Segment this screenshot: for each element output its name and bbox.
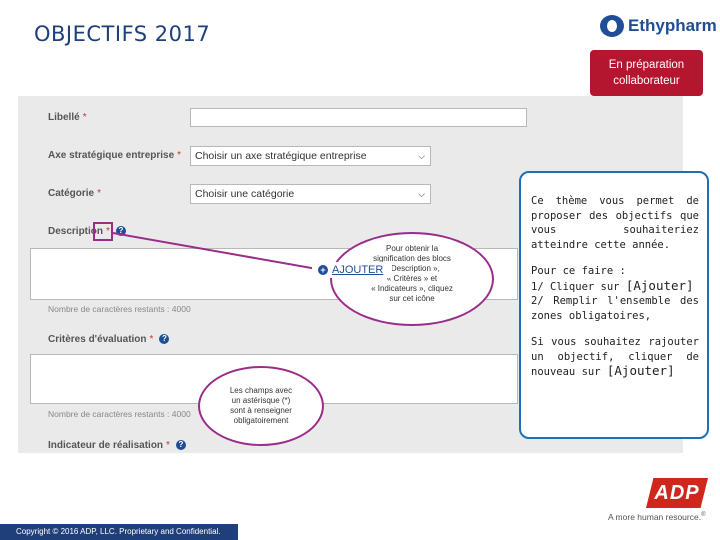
copyright-footer: Copyright © 2016 ADP, LLC. Proprietary a…	[0, 524, 238, 540]
status-badge: En préparation collaborateur	[590, 50, 703, 96]
slide-title: OBJECTIFS 2017	[34, 22, 211, 46]
plus-icon: +	[318, 265, 328, 275]
add-button-label: AJOUTER	[332, 264, 384, 276]
help-icon-callout: Pour obtenir la signification des blocs …	[330, 232, 494, 326]
ethypharm-logo: Ethypharm	[600, 12, 717, 40]
instructions-steps-title: Pour ce faire :	[531, 265, 626, 277]
instructions-step-1: 1/ Cliquer sur [Ajouter]	[531, 277, 694, 293]
description-label: Description *?	[48, 226, 126, 237]
required-fields-callout: Les champs avec un astérisque (*) sont à…	[198, 366, 324, 446]
status-badge-line1: En préparation	[608, 59, 685, 71]
status-badge-line2: collaborateur	[613, 75, 680, 87]
instructions-intro: Ce thème vous permet de proposer des obj…	[531, 195, 699, 251]
categorie-label: Catégorie *	[48, 188, 102, 199]
ethypharm-logo-text: Ethypharm	[628, 16, 717, 35]
help-icon[interactable]: ?	[175, 440, 186, 451]
instructions-step-2: 2/ Remplir l'ensemble des zones obligato…	[531, 295, 699, 322]
criteres-char-counter: Nombre de caractères restants : 4000	[48, 409, 191, 419]
help-icon[interactable]: ?	[115, 226, 126, 237]
chevron-down-icon: ⌵	[418, 151, 425, 161]
adp-logo: ADP A more human resource.®	[608, 478, 710, 526]
axe-strategique-label: Axe stratégique entreprise *	[48, 150, 182, 161]
criteres-label: Critères d'évaluation *?	[48, 334, 170, 345]
axe-strategique-selected: Choisir un axe stratégique entreprise	[195, 150, 367, 162]
adp-tagline: A more human resource.®	[608, 512, 706, 522]
libelle-label: Libellé *	[48, 112, 87, 123]
add-objective-button[interactable]: + AJOUTER	[312, 262, 392, 278]
categorie-select[interactable]: Choisir une catégorie ⌵	[190, 184, 431, 204]
categorie-selected: Choisir une catégorie	[195, 188, 295, 200]
adp-logo-mark: ADP	[646, 478, 708, 508]
indicateur-label: Indicateur de réalisation *?	[48, 440, 186, 451]
ethypharm-logo-icon	[600, 15, 624, 37]
help-icon[interactable]: ?	[159, 334, 170, 345]
chevron-down-icon: ⌵	[418, 189, 425, 199]
instructions-add-again: Si vous souhaitez rajouter un objectif, …	[531, 336, 699, 378]
libelle-input[interactable]	[190, 108, 527, 127]
instructions-panel: Ce thème vous permet de proposer des obj…	[519, 171, 709, 439]
description-char-counter: Nombre de caractères restants : 4000	[48, 304, 191, 314]
axe-strategique-select[interactable]: Choisir un axe stratégique entreprise ⌵	[190, 146, 431, 166]
help-icon-highlight	[93, 222, 113, 241]
